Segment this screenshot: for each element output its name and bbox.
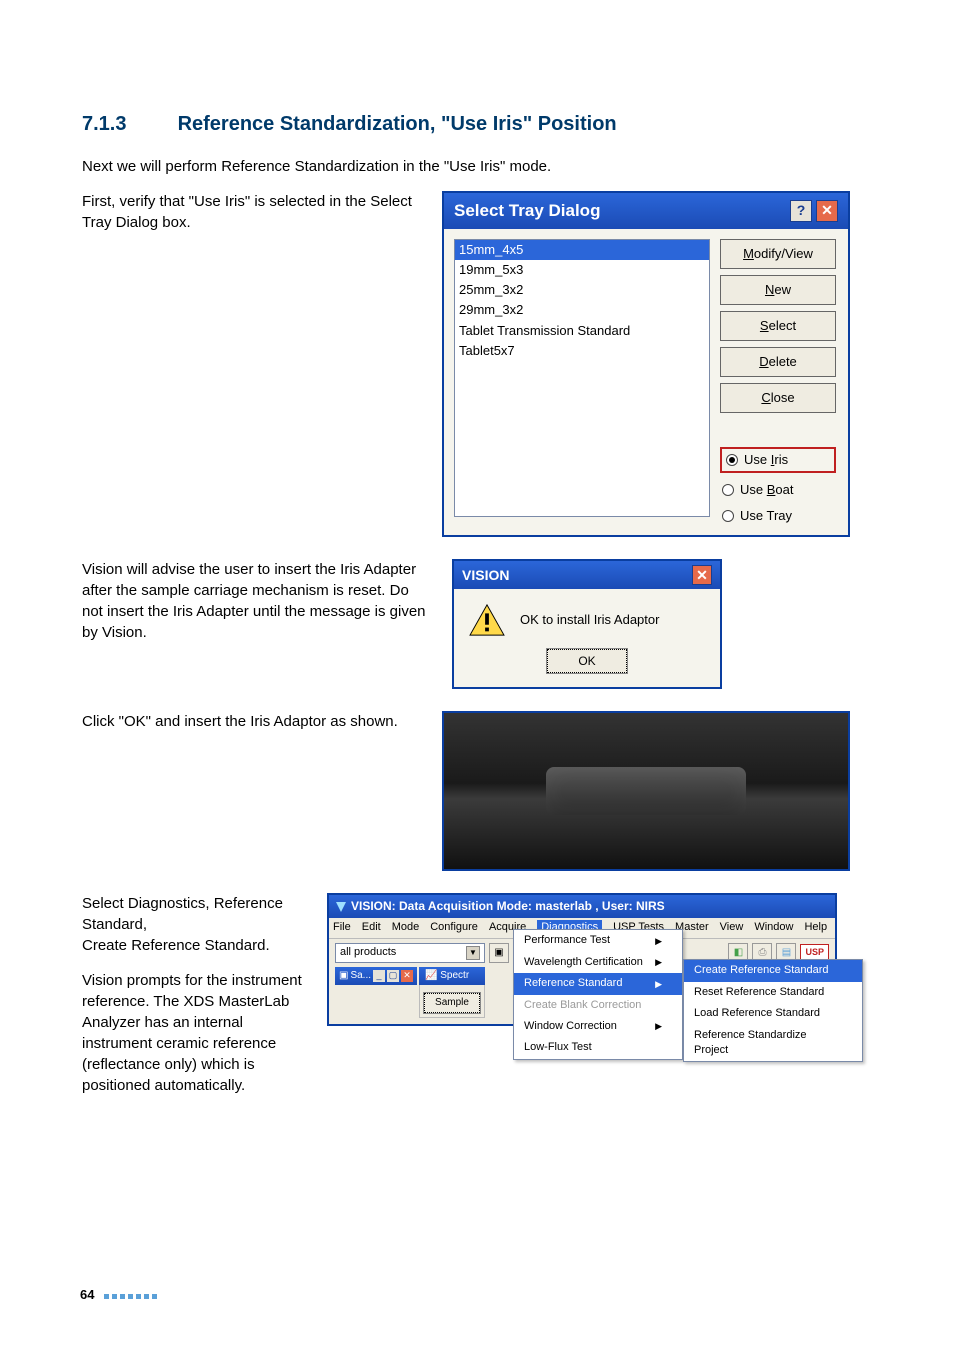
- warning-icon: [468, 603, 506, 637]
- menu-item-wavelength-cert[interactable]: Wavelength Certification▶: [514, 952, 682, 973]
- chevron-right-icon: ▶: [655, 978, 662, 991]
- products-combo[interactable]: all products ▼: [335, 943, 485, 963]
- vision-app-window: VISION: Data Acquisition Mode: masterlab…: [327, 893, 837, 1025]
- diag-paragraph-2: Create Reference Standard.: [82, 935, 307, 956]
- submenu-reset-ref[interactable]: Reset Reference Standard: [684, 982, 862, 1003]
- menu-item-reference-standard[interactable]: Reference Standard▶: [514, 973, 682, 994]
- sample-button[interactable]: Sample: [424, 993, 480, 1013]
- combo-value: all products: [340, 945, 396, 960]
- section-title: Reference Standardization, "Use Iris" Po…: [178, 113, 617, 135]
- list-item[interactable]: Tablet Transmission Standard: [455, 321, 709, 341]
- close-icon[interactable]: ✕: [692, 565, 712, 585]
- diagnostics-menu: Performance Test▶ Wavelength Certificati…: [513, 929, 683, 1059]
- menu-item-window-correction[interactable]: Window Correction▶: [514, 1016, 682, 1037]
- help-icon[interactable]: ?: [790, 200, 812, 222]
- toolbar-icon[interactable]: ▣: [489, 943, 509, 963]
- menu-help[interactable]: Help: [804, 920, 827, 935]
- msgbox-title: VISION: [462, 566, 509, 586]
- insert-paragraph: Vision will advise the user to insert th…: [82, 559, 432, 643]
- list-item[interactable]: 25mm_3x2: [455, 280, 709, 300]
- vision-messagebox: VISION ✕ OK to install Iris Adaptor OK: [452, 559, 722, 689]
- app-title-text: VISION: Data Acquisition Mode: masterlab…: [351, 898, 665, 915]
- first-paragraph: First, verify that "Use Iris" is selecte…: [82, 191, 422, 233]
- list-item[interactable]: Tablet5x7: [455, 341, 709, 361]
- chevron-right-icon: ▶: [655, 956, 662, 969]
- list-item[interactable]: 19mm_5x3: [455, 260, 709, 280]
- close-icon[interactable]: ✕: [401, 970, 413, 982]
- submenu-load-ref[interactable]: Load Reference Standard: [684, 1003, 862, 1024]
- minimize-icon[interactable]: _: [373, 970, 385, 982]
- list-item[interactable]: 29mm_3x2: [455, 300, 709, 320]
- submenu-create-ref[interactable]: Create Reference Standard: [684, 960, 862, 981]
- delete-button[interactable]: Delete: [720, 347, 836, 377]
- chevron-right-icon: ▶: [655, 935, 662, 948]
- reference-standard-submenu: Create Reference Standard Reset Referenc…: [683, 959, 863, 1062]
- use-iris-radio[interactable]: Use Iris: [720, 447, 836, 473]
- menu-item-performance-test[interactable]: Performance Test▶: [514, 930, 682, 951]
- mdi-spectr-window[interactable]: 📈 Spectr: [419, 967, 485, 985]
- select-tray-dialog: Select Tray Dialog ? ✕ 15mm_4x5 19mm_5x3…: [442, 191, 850, 537]
- menu-item-lowflux[interactable]: Low-Flux Test: [514, 1037, 682, 1058]
- list-item[interactable]: 15mm_4x5: [455, 240, 709, 260]
- use-boat-radio[interactable]: Use Boat: [720, 481, 836, 499]
- menu-mode[interactable]: Mode: [392, 920, 420, 935]
- ok-button[interactable]: OK: [547, 649, 627, 673]
- menu-item-create-blank: Create Blank Correction: [514, 995, 682, 1016]
- tray-listbox[interactable]: 15mm_4x5 19mm_5x3 25mm_3x2 29mm_3x2 Tabl…: [454, 239, 710, 517]
- msgbox-text: OK to install Iris Adaptor: [520, 611, 659, 629]
- modify-view-button[interactable]: Modify/View: [720, 239, 836, 269]
- diag-paragraph-1: Select Diagnostics, Reference Standard,: [82, 893, 307, 935]
- select-button[interactable]: Select: [720, 311, 836, 341]
- maximize-icon[interactable]: ▢: [387, 970, 399, 982]
- page-footer: 64: [80, 1286, 160, 1304]
- mdi-sample-window[interactable]: ▣Sa... _ ▢ ✕: [335, 967, 417, 985]
- footer-dots-icon: [104, 1286, 160, 1304]
- intro-paragraph: Next we will perform Reference Standardi…: [82, 156, 872, 177]
- menu-configure[interactable]: Configure: [430, 920, 478, 935]
- page-number: 64: [80, 1286, 94, 1304]
- menu-window[interactable]: Window: [754, 920, 793, 935]
- msgbox-titlebar: VISION ✕: [454, 561, 720, 589]
- iris-adaptor-photo: [442, 711, 850, 871]
- radio-dot-icon: [726, 454, 738, 466]
- close-button[interactable]: Close: [720, 383, 836, 413]
- section-number: 7.1.3: [82, 110, 172, 138]
- app-logo-icon: [335, 901, 347, 913]
- dialog-titlebar: Select Tray Dialog ? ✕: [444, 193, 848, 229]
- close-icon[interactable]: ✕: [816, 200, 838, 222]
- use-tray-radio[interactable]: Use Tray: [720, 507, 836, 525]
- menu-view[interactable]: View: [720, 920, 744, 935]
- submenu-ref-project[interactable]: Reference Standardize Project: [684, 1025, 862, 1062]
- menu-edit[interactable]: Edit: [362, 920, 381, 935]
- ok-paragraph: Click "OK" and insert the Iris Adaptor a…: [82, 711, 422, 732]
- chevron-right-icon: ▶: [655, 1020, 662, 1033]
- usp-badge[interactable]: USP: [800, 944, 829, 961]
- chevron-down-icon: ▼: [466, 946, 480, 960]
- prompt-paragraph: Vision prompts for the instrument refere…: [82, 970, 307, 1096]
- new-button[interactable]: New: [720, 275, 836, 305]
- radio-dot-icon: [722, 510, 734, 522]
- dialog-title: Select Tray Dialog: [454, 199, 600, 223]
- menu-file[interactable]: File: [333, 920, 351, 935]
- app-titlebar: VISION: Data Acquisition Mode: masterlab…: [329, 895, 835, 918]
- section-heading: 7.1.3 Reference Standardization, "Use Ir…: [82, 110, 872, 138]
- radio-dot-icon: [722, 484, 734, 496]
